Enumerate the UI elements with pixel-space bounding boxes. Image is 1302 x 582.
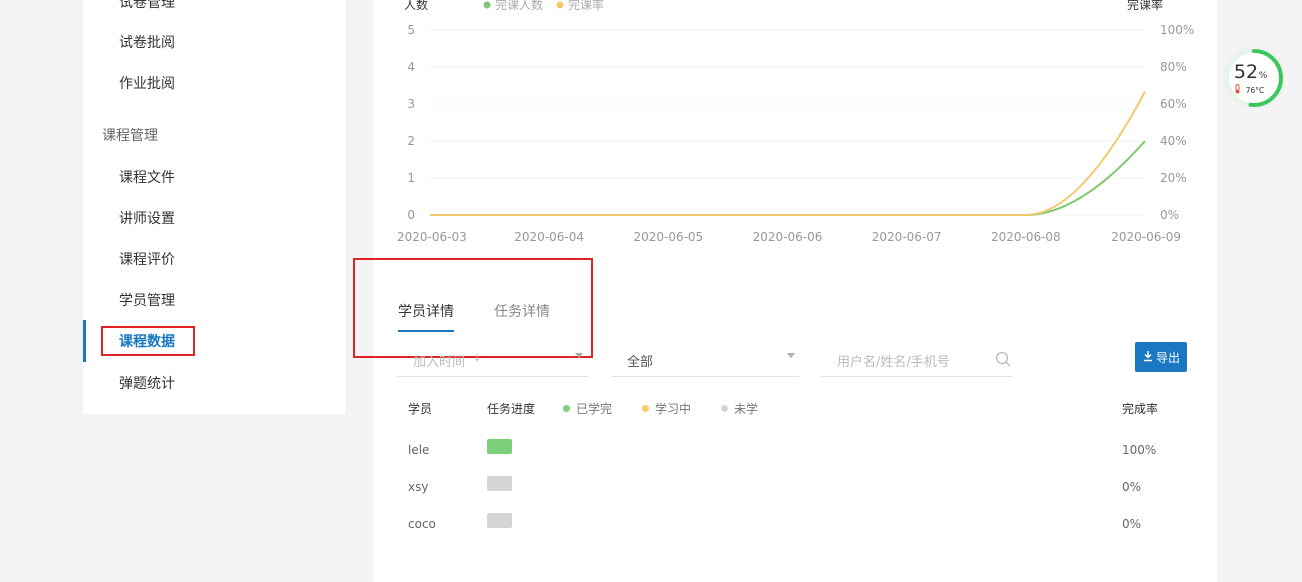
join-time-select[interactable]: 加入时间 ↓	[397, 343, 589, 377]
legend-dot	[483, 1, 491, 9]
table-row-student-name: xsy	[408, 480, 429, 494]
download-icon	[1144, 351, 1152, 362]
legend-in-progress-label: 学习中	[655, 402, 692, 416]
legend-dot-in-progress	[642, 405, 649, 412]
search-input[interactable]: 用户名/姓名/手机号	[821, 343, 1013, 377]
legend-dot-done	[563, 405, 570, 412]
x-axis-tick-label: 2020-06-09	[1111, 230, 1181, 244]
sidebar-item-exam-management[interactable]: 试卷管理	[119, 0, 175, 13]
sidebar-item-student-management[interactable]: 学员管理	[119, 291, 175, 311]
export-button-label: 导出	[1156, 351, 1181, 365]
y-axis-left-tick-label: 1	[407, 171, 415, 185]
legend-not-started: 未学	[721, 400, 758, 417]
search-icon[interactable]	[995, 351, 1011, 367]
y-axis-left-tick-label: 3	[407, 97, 415, 111]
gauge-percent-unit: %	[1259, 71, 1268, 81]
sidebar: 试卷管理 试卷批阅 作业批阅 课程管理 课程文件 讲师设置 课程评价 学员管理 …	[83, 0, 347, 414]
sidebar-item-exam-review[interactable]: 试卷批阅	[119, 33, 175, 53]
progress-bar-not-started	[487, 513, 512, 528]
progress-bar-done	[487, 439, 512, 454]
gauge-percent: 52	[1234, 61, 1258, 83]
sidebar-item-instructor-settings[interactable]: 讲师设置	[119, 209, 175, 229]
y-axis-left-label: 人数	[404, 0, 428, 12]
table-row-student-name: coco	[408, 517, 436, 531]
column-header-progress: 任务进度	[487, 402, 536, 416]
y-axis-left-tick-label: 4	[407, 60, 415, 74]
table-row-rate: 100%	[1122, 443, 1157, 457]
status-select[interactable]: 全部	[611, 343, 799, 377]
y-axis-left-tick-label: 5	[407, 23, 415, 37]
y-axis-left-tick-label: 0	[407, 208, 415, 222]
legend-label: 完课率	[568, 0, 604, 12]
y-axis-right-tick-label: 100%	[1160, 23, 1194, 37]
legend-dot	[556, 1, 564, 9]
progress-bar-not-started	[487, 476, 512, 491]
chevron-down-icon	[575, 353, 583, 358]
completion-line-chart: 5 100% 4 80% 3 60% 2 40% 1 20% 0 0% 人数 完课率 完课人数 完课率 2020…	[397, 0, 1194, 244]
legend-label: 完课人数	[495, 0, 543, 12]
x-axis-tick-label: 2020-06-05	[633, 230, 703, 244]
sidebar-item-course-reviews[interactable]: 课程评价	[119, 250, 175, 270]
legend-done-label: 已学完	[576, 402, 613, 416]
sidebar-item-course-files[interactable]: 课程文件	[119, 168, 175, 188]
memory-gauge-widget[interactable]: 52 % 76°C	[1222, 46, 1286, 110]
legend-not-started-label: 未学	[734, 402, 759, 416]
sort-arrow-icon: ↓	[473, 353, 482, 364]
main-panel: 5 100% 4 80% 3 60% 2 40% 1 20% 0 0% 人数 完课率 完课人数 完课率 2020…	[353, 0, 1217, 582]
highlight-box-course-data	[101, 326, 195, 356]
status-select-value: 全部	[627, 355, 654, 370]
y-axis-right-tick-label: 20%	[1160, 171, 1187, 185]
table-row-student-name: lele	[408, 443, 430, 457]
legend-done: 已学完	[563, 400, 612, 417]
y-axis-right-label: 完课率	[1127, 0, 1163, 12]
table-row-rate: 0%	[1122, 480, 1142, 494]
column-header-student: 学员	[408, 402, 433, 416]
table-row-rate: 0%	[1122, 517, 1142, 531]
y-axis-right-tick-label: 0%	[1160, 208, 1179, 222]
gauge-temperature: 76°C	[1246, 86, 1265, 95]
sidebar-item-homework-review[interactable]: 作业批阅	[119, 74, 175, 94]
y-axis-right-tick-label: 40%	[1160, 134, 1187, 148]
legend-dot-not-started	[721, 405, 728, 412]
y-axis-right-tick-label: 60%	[1160, 97, 1187, 111]
x-axis-tick-label: 2020-06-06	[753, 230, 823, 244]
join-time-placeholder: 加入时间	[413, 355, 466, 370]
sidebar-item-quiz-stats[interactable]: 弹题统计	[119, 374, 175, 394]
x-axis-tick-label: 2020-06-04	[514, 230, 584, 244]
series-line-completion-rate	[430, 91, 1146, 216]
column-header-completion-rate: 完成率	[1122, 402, 1159, 416]
sidebar-active-indicator	[83, 320, 86, 362]
search-placeholder: 用户名/姓名/手机号	[837, 355, 950, 370]
chevron-down-icon	[787, 353, 795, 358]
x-axis-tick-label: 2020-06-03	[397, 230, 467, 244]
export-button[interactable]: 导出	[1135, 342, 1187, 372]
y-axis-left-tick-label: 2	[407, 134, 415, 148]
y-axis-right-tick-label: 80%	[1160, 60, 1187, 74]
x-axis-tick-label: 2020-06-08	[991, 230, 1061, 244]
sidebar-group-course-management: 课程管理	[102, 128, 158, 144]
x-axis-tick-label: 2020-06-07	[872, 230, 942, 244]
legend-in-progress: 学习中	[642, 400, 691, 417]
